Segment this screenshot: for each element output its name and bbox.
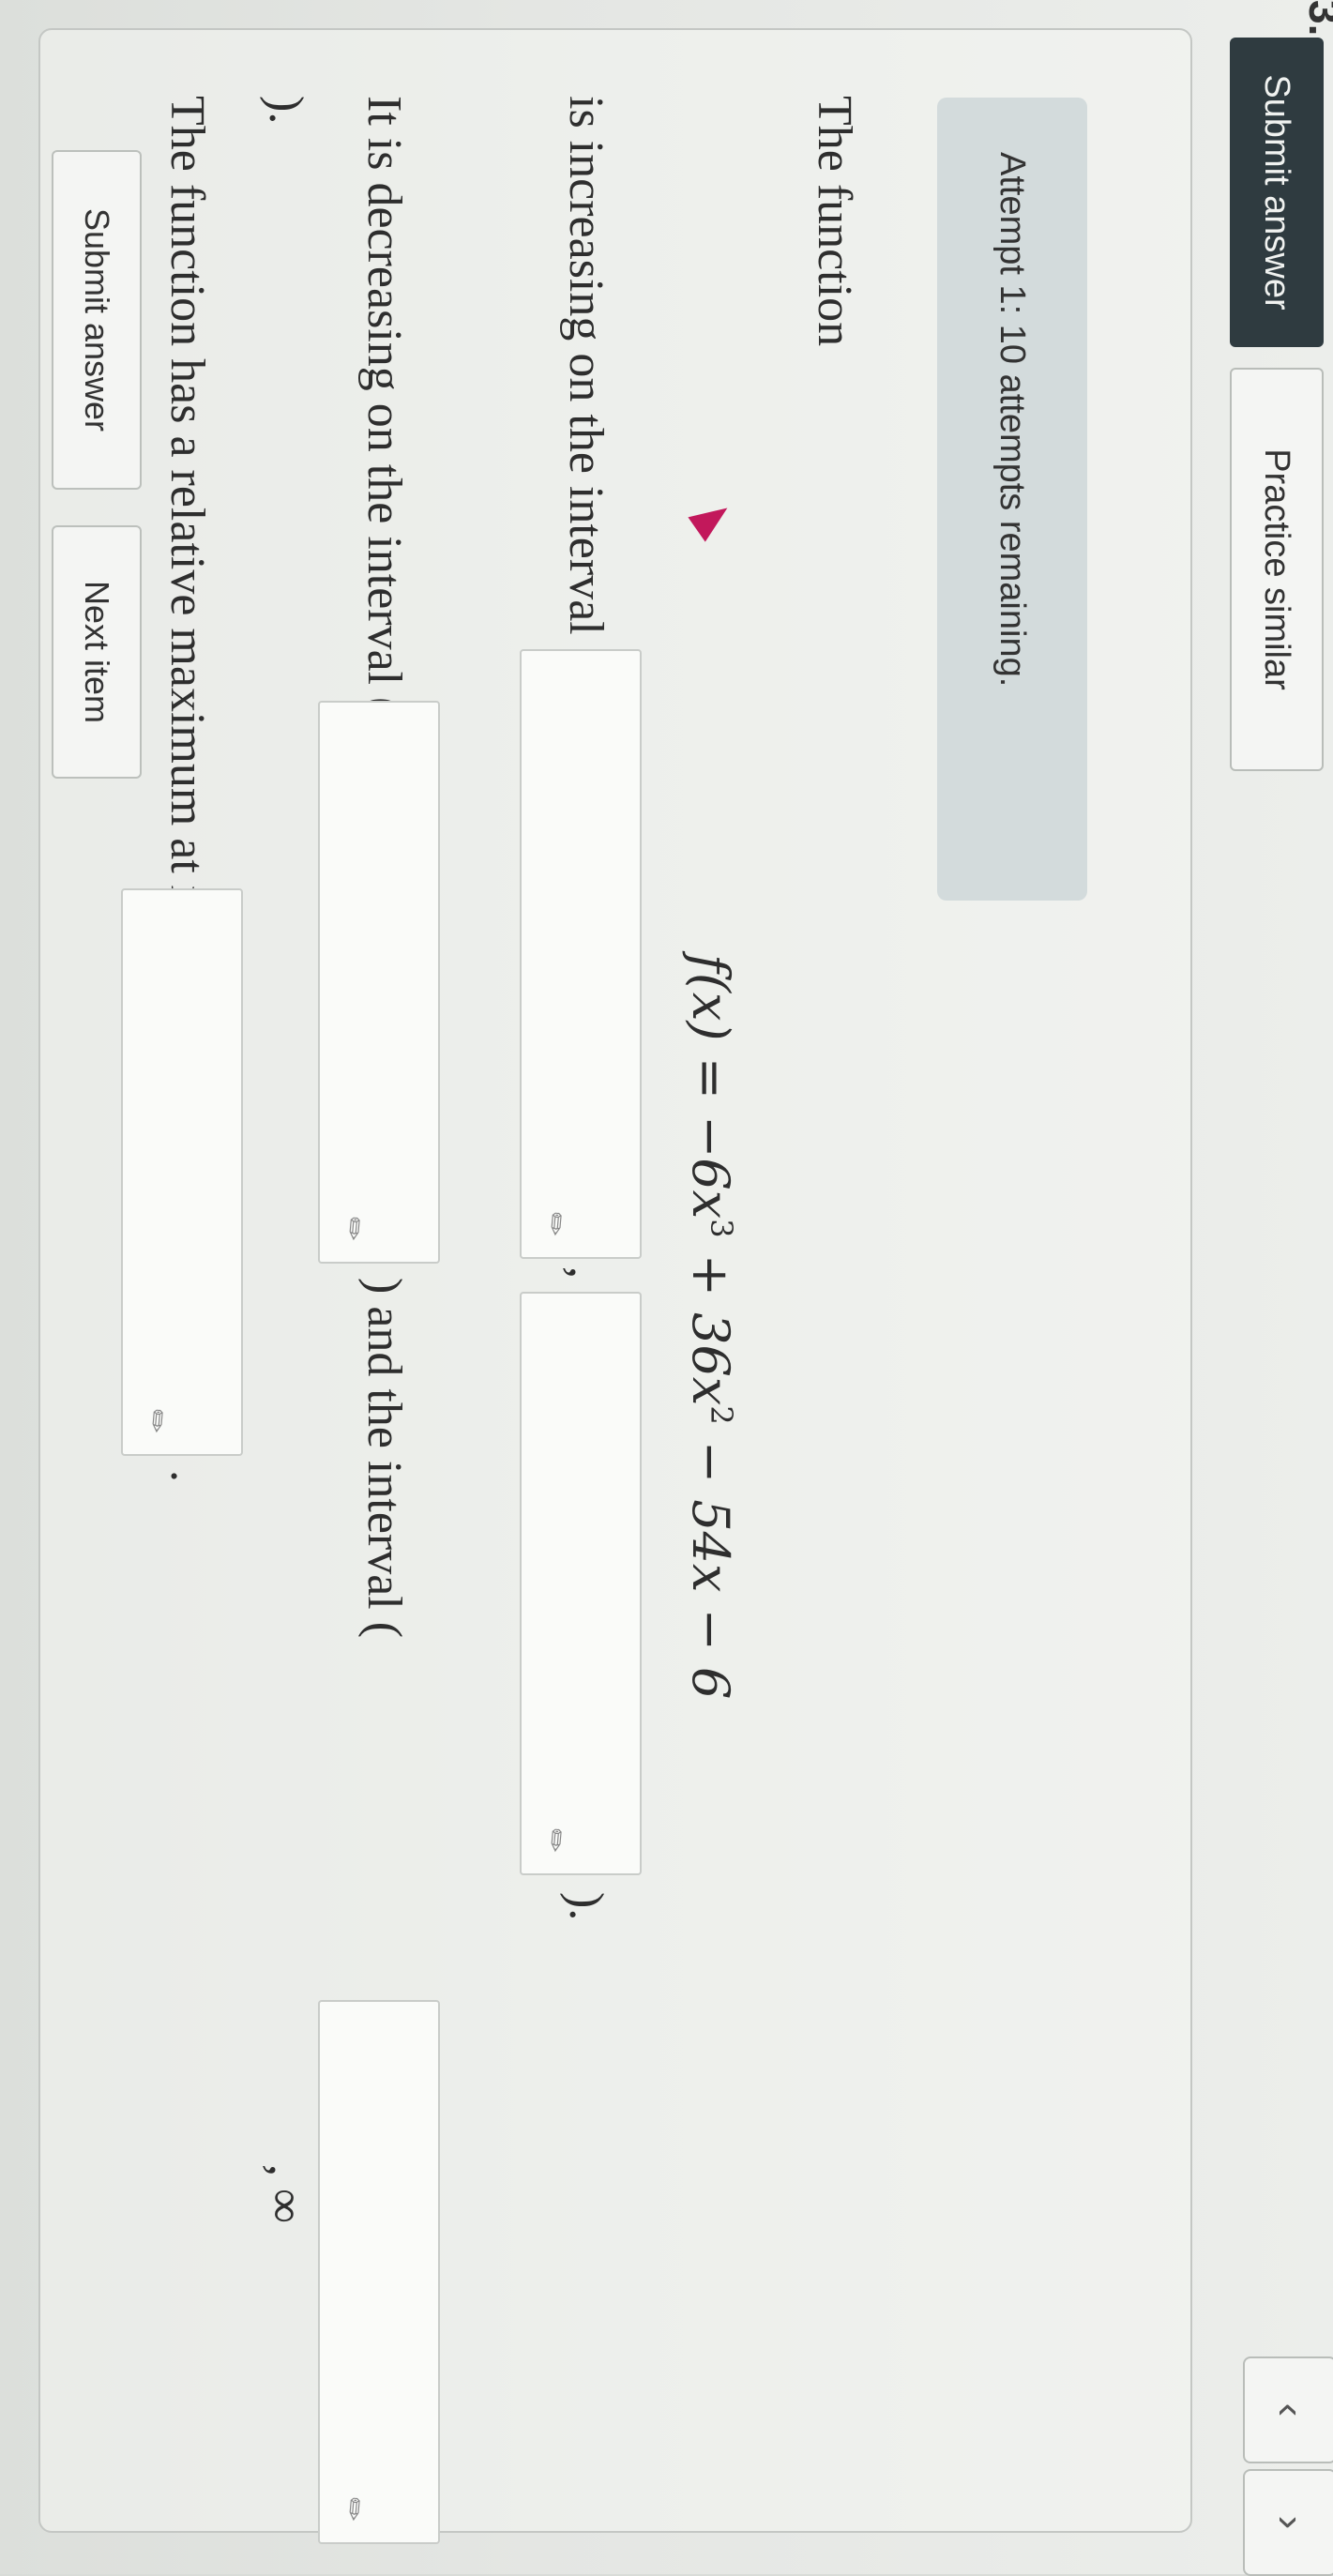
formula-exponent: 2 <box>704 1405 739 1425</box>
next-item-button[interactable]: Next item <box>52 525 142 779</box>
next-arrow-icon[interactable]: › <box>1243 2469 1333 2576</box>
pencil-icon: ✎ <box>333 2491 373 2529</box>
formula-exponent: 3 <box>704 1219 739 1238</box>
decreasing-start-input[interactable]: ✎ <box>318 2000 440 2544</box>
question-number: 3. <box>1300 0 1333 37</box>
decreasing-label: It is decreasing on the interval ( −∞, <box>357 96 411 800</box>
decreasing-end-input[interactable]: ✎ <box>318 701 440 1264</box>
attempt-status: Attempt 1: 10 attempts remaining. <box>937 98 1087 901</box>
max-period: . <box>160 1470 214 1482</box>
relative-max-input[interactable]: ✎ <box>121 888 243 1456</box>
question-card: Attempt 1: 10 attempts remaining. The fu… <box>38 28 1192 2544</box>
formula-part: − 54x − 6 <box>681 1424 740 1700</box>
page: 3. Submit answer Practice similar ‹ › At… <box>0 0 1333 2576</box>
previous-arrow-icon[interactable]: ‹ <box>1243 2356 1333 2463</box>
pencil-icon: ✎ <box>535 1205 575 1244</box>
close-paren: ). <box>559 1892 613 1921</box>
formula-part: f(x) = −6x <box>681 954 740 1220</box>
problem-intro: The function <box>808 96 861 347</box>
pencil-icon: ✎ <box>136 1402 176 1441</box>
pencil-icon: ✎ <box>535 1822 575 1860</box>
submit-answer-button[interactable]: Submit answer <box>52 150 142 490</box>
submit-answer-tab[interactable]: Submit answer <box>1230 38 1324 347</box>
formula-part: + 36x <box>681 1237 740 1406</box>
function-formula: f(x) = −6x3 + 36x2 − 54x − 6 <box>681 954 740 1699</box>
pencil-icon: ✎ <box>333 1210 373 1249</box>
decreasing-close: ). <box>259 96 312 125</box>
mouse-cursor-icon <box>688 495 736 542</box>
max-label: The function has a relative maximum at x… <box>160 96 214 950</box>
increasing-label: is increasing on the interval ( <box>559 96 613 664</box>
practice-similar-tab[interactable]: Practice similar <box>1230 368 1324 771</box>
infinity-suffix: , ∞ <box>259 2164 312 2224</box>
increasing-end-input[interactable]: ✎ <box>520 1292 642 1875</box>
increasing-start-input[interactable]: ✎ <box>520 649 642 1259</box>
comma-separator: , <box>559 1266 613 1279</box>
decreasing-mid-text: ) and the interval ( <box>357 1278 411 1639</box>
